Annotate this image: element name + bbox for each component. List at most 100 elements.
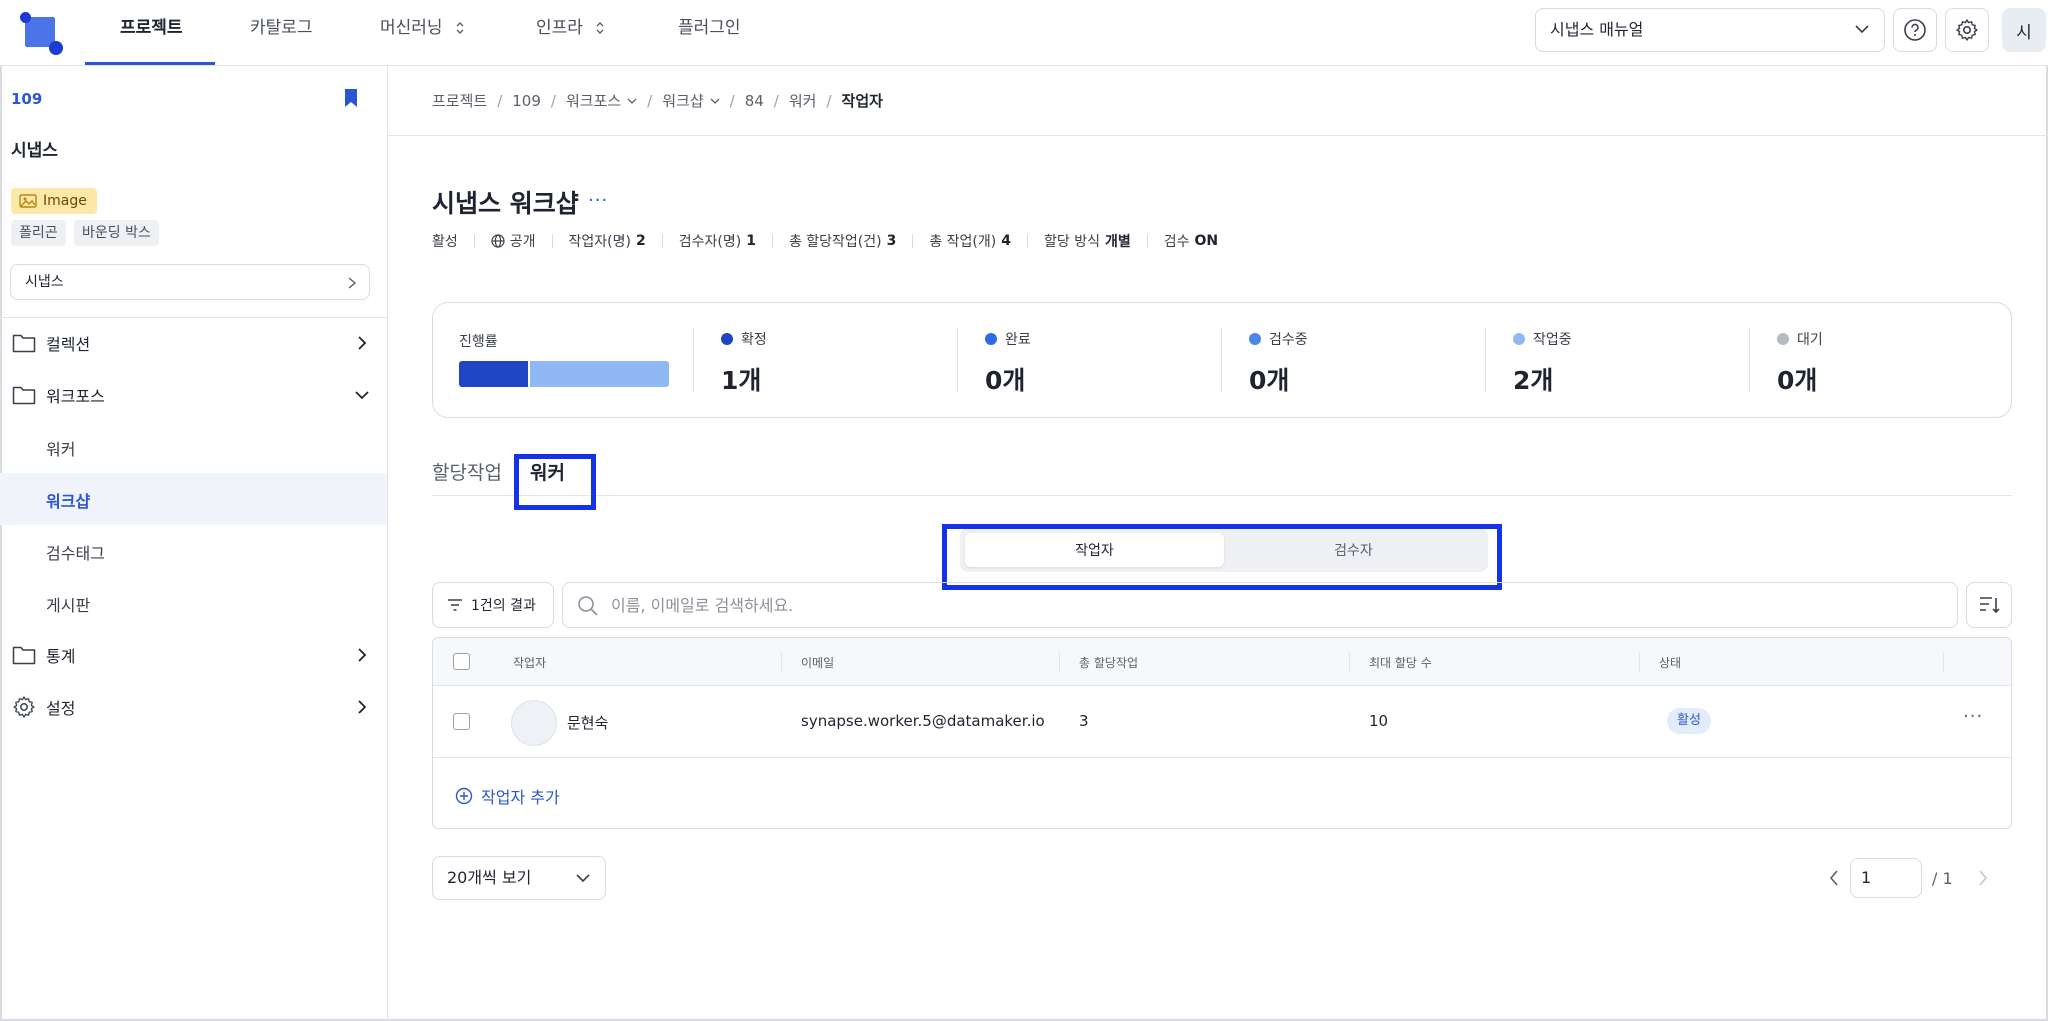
- meta-label: 총 할당작업(건): [788, 234, 882, 250]
- folder-icon: [12, 646, 36, 665]
- image-icon: [19, 194, 37, 208]
- stat-label: 확정: [741, 332, 767, 348]
- settings-button[interactable]: [1945, 8, 1989, 52]
- chevron-down-icon: [627, 98, 637, 104]
- meta-review: 검수 ON: [1164, 231, 1218, 251]
- meta-status: 활성: [432, 234, 458, 250]
- breadcrumb-item[interactable]: 84: [745, 92, 764, 110]
- dataset-select-value: 시냅스: [25, 274, 64, 290]
- progress-card: 진행률 확정 1개 완료 0개 검수중 0개 작업중 2개 대기 0개: [432, 302, 2012, 418]
- folder-icon: [12, 386, 36, 405]
- row-more-options-button[interactable]: ···: [1963, 706, 1983, 727]
- nav-tab-infra[interactable]: 인프라: [536, 0, 604, 66]
- meta-value: 4: [1001, 233, 1011, 249]
- sidebar-subitem-workshop[interactable]: 워크샵: [0, 473, 387, 525]
- breadcrumb-item[interactable]: 109: [512, 92, 541, 110]
- status-dot-icon: [721, 333, 733, 345]
- breadcrumb-item-dropdown[interactable]: 워크포스: [566, 90, 637, 111]
- add-worker-label: 작업자 추가: [481, 788, 560, 807]
- search-icon: [578, 596, 598, 616]
- column-header-assigned[interactable]: 총 할당작업: [1079, 654, 1138, 671]
- chevron-right-icon: [358, 336, 367, 350]
- app-logo[interactable]: [20, 12, 63, 55]
- page-total: / 1: [1932, 868, 1953, 888]
- sidebar-subitem-review-tags[interactable]: 검수태그: [0, 525, 387, 577]
- project-id: 109: [11, 90, 43, 108]
- column-header-worker[interactable]: 작업자: [513, 654, 546, 671]
- tab-assigned-tasks[interactable]: 할당작업: [432, 458, 502, 485]
- nav-tab-catalog[interactable]: 카탈로그: [250, 0, 313, 66]
- breadcrumb-item-dropdown[interactable]: 워크샵: [662, 90, 720, 111]
- breadcrumb-current: 작업자: [841, 92, 883, 110]
- breadcrumb: 프로젝트 / 109 / 워크포스 / 워크샵 / 84 / 워커 / 작업자: [432, 90, 883, 111]
- search-input[interactable]: [611, 583, 1911, 627]
- sidebar-item-statistics[interactable]: 통계: [0, 629, 387, 681]
- main-content: 프로젝트 / 109 / 워크포스 / 워크샵 / 84 / 워커 / 작업자 …: [388, 66, 2048, 1021]
- add-worker-button[interactable]: 작업자 추가: [455, 784, 560, 808]
- column-header-max-assign[interactable]: 최대 할당 수: [1369, 654, 1432, 671]
- plus-circle-icon: [455, 787, 473, 805]
- status-dot-icon: [1777, 333, 1789, 345]
- sidebar-subitem-label: 워커: [46, 440, 76, 459]
- worker-max-assign: 10: [1369, 712, 1389, 730]
- stat-completed: 완료 0개: [985, 329, 1249, 399]
- avatar: [511, 700, 557, 746]
- gear-icon: [1956, 19, 1978, 41]
- column-header-email[interactable]: 이메일: [801, 654, 834, 671]
- search-box: [562, 582, 1958, 628]
- worker-table: 작업자 이메일 총 할당작업 최대 할당 수 상태 문현숙 synapse.wo…: [432, 637, 2012, 829]
- stat-value: 0개: [985, 366, 1026, 395]
- breadcrumb-separator: /: [550, 91, 556, 110]
- dataset-select[interactable]: 시냅스: [10, 264, 370, 300]
- annotation-chip-polygon: 폴리곤: [11, 220, 66, 246]
- table-row[interactable]: 문현숙 synapse.worker.5@datamaker.io 3 10 활…: [433, 686, 2011, 758]
- nav-active-indicator: [85, 62, 215, 65]
- gear-icon: [13, 696, 35, 718]
- sidebar-item-collections[interactable]: 컬렉션: [0, 317, 387, 369]
- sidebar-subitem-label: 검수태그: [46, 544, 105, 563]
- breadcrumb-item[interactable]: 프로젝트: [432, 90, 487, 111]
- nav-tab-machine-learning[interactable]: 머신러닝: [380, 0, 464, 66]
- stat-reviewing: 검수중 0개: [1249, 329, 1513, 399]
- sidebar-subitem-board[interactable]: 게시판: [0, 577, 387, 629]
- meta-label: 검수자(명): [678, 234, 742, 250]
- nav-tab-plugins[interactable]: 플러그인: [678, 0, 741, 66]
- sidebar: 109 시냅스 Image 폴리곤 바운딩 박스 시냅스 컬렉션 워크포스 워커…: [0, 66, 388, 1021]
- project-select[interactable]: 시냅스 매뉴얼: [1535, 8, 1885, 52]
- breadcrumb-separator: /: [826, 91, 832, 110]
- row-checkbox[interactable]: [453, 713, 470, 730]
- filter-button[interactable]: 1건의 결과: [432, 582, 554, 628]
- page-number-input[interactable]: 1: [1850, 858, 1922, 898]
- chevron-left-icon[interactable]: [1828, 869, 1840, 887]
- chevron-right-icon: [348, 277, 357, 289]
- header-divider: [388, 135, 2048, 136]
- page-size-select[interactable]: 20개씩 보기: [432, 856, 606, 900]
- chevron-right-icon[interactable]: [1977, 869, 1989, 887]
- column-header-status[interactable]: 상태: [1659, 654, 1681, 671]
- bookmark-icon[interactable]: [343, 88, 359, 108]
- sidebar-item-label: 설정: [46, 699, 76, 718]
- stat-value: 1개: [721, 366, 762, 395]
- select-all-checkbox[interactable]: [453, 653, 470, 670]
- sidebar-item-settings[interactable]: 설정: [0, 681, 387, 733]
- sort-button[interactable]: [1966, 582, 2012, 628]
- stat-waiting: 대기 0개: [1777, 329, 2041, 399]
- chevron-down-icon: [355, 391, 369, 400]
- nav-tab-projects[interactable]: 프로젝트: [120, 0, 183, 66]
- nav-label: 인프라: [536, 18, 583, 38]
- breadcrumb-item[interactable]: 워커: [789, 90, 817, 111]
- sidebar-subitem-worker[interactable]: 워커: [0, 421, 387, 473]
- more-options-button[interactable]: ···: [588, 190, 608, 211]
- sidebar-item-workforce[interactable]: 워크포스: [0, 369, 387, 421]
- sidebar-item-label: 통계: [46, 647, 76, 666]
- progress-label: 진행률: [459, 334, 498, 350]
- chevron-right-icon: [358, 648, 367, 662]
- meta-value: ON: [1194, 233, 1219, 249]
- user-avatar-button[interactable]: 시: [2002, 8, 2046, 52]
- worker-assigned: 3: [1079, 712, 1089, 730]
- meta-value: 2: [635, 233, 646, 249]
- page-size-value: 20개씩 보기: [447, 868, 532, 887]
- folder-icon: [12, 334, 36, 353]
- highlight-box-workers-tab: [514, 454, 596, 510]
- help-button[interactable]: [1893, 8, 1937, 52]
